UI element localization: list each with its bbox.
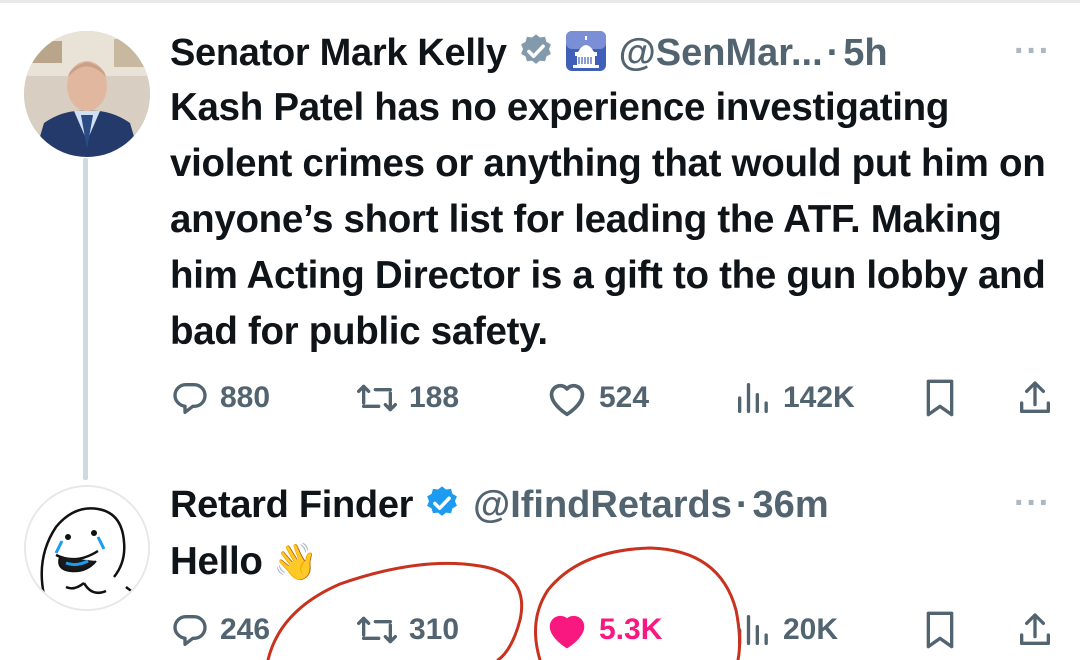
retweet-button[interactable]: 310 <box>355 605 459 655</box>
more-options-button[interactable]: ··· <box>1014 32 1051 71</box>
top-divider <box>0 0 1080 3</box>
views-count: 20K <box>783 613 839 646</box>
waving-hand-emoji: 👋 <box>273 541 318 582</box>
tweet-actions: 246 310 5.3K 20K <box>170 605 1060 655</box>
more-options-button[interactable]: ··· <box>1014 484 1051 523</box>
avatar[interactable] <box>24 31 150 157</box>
display-name[interactable]: Senator Mark Kelly <box>170 32 507 75</box>
retweet-count: 310 <box>409 613 460 646</box>
avatar[interactable] <box>24 485 150 611</box>
share-button[interactable] <box>1015 605 1055 655</box>
separator-dot: · <box>826 31 840 74</box>
retweet-icon <box>355 378 399 418</box>
reply-button[interactable]: 880 <box>170 373 270 423</box>
capitol-icon <box>565 30 607 77</box>
avatar-photo <box>24 31 150 157</box>
reply-button[interactable]: 246 <box>170 605 270 655</box>
retweet-icon <box>355 610 399 650</box>
views-button[interactable]: 20K <box>733 605 838 655</box>
like-button[interactable]: 524 <box>545 373 649 423</box>
share-button[interactable] <box>1015 373 1055 423</box>
user-handle[interactable]: @IfindRetards <box>473 484 732 527</box>
bookmark-icon <box>922 610 958 650</box>
thread-connector-line <box>83 158 88 480</box>
share-icon <box>1015 378 1055 418</box>
like-count: 524 <box>599 381 650 414</box>
tweet-text: Kash Patel has no experience investigati… <box>170 86 1046 353</box>
tweet-text-content: Hello <box>170 540 263 583</box>
tweet-actions: 880 188 524 142K <box>170 373 1060 423</box>
like-icon <box>545 610 589 650</box>
avatar-cartoon <box>26 487 148 609</box>
like-button[interactable]: 5.3K <box>545 605 662 655</box>
share-icon <box>1015 610 1055 650</box>
verified-badge-icon <box>423 484 461 527</box>
views-count: 142K <box>783 381 855 414</box>
reply-count: 246 <box>220 613 271 646</box>
tweet-header: Senator Mark Kelly @SenMar... · 5h <box>170 28 888 78</box>
bookmark-button[interactable] <box>922 605 958 655</box>
like-icon <box>545 378 589 418</box>
views-icon <box>733 610 773 650</box>
bookmark-icon <box>922 378 958 418</box>
tweet-header: Retard Finder @IfindRetards · 36m <box>170 480 829 530</box>
timestamp[interactable]: 36m <box>753 484 829 527</box>
separator-dot: · <box>735 483 749 526</box>
user-handle[interactable]: @SenMar... <box>619 32 823 75</box>
views-icon <box>733 378 773 418</box>
reply-icon <box>170 610 210 650</box>
reply-icon <box>170 378 210 418</box>
retweet-count: 188 <box>409 381 460 414</box>
views-button[interactable]: 142K <box>733 373 855 423</box>
verified-badge-icon <box>517 32 555 75</box>
reply-count: 880 <box>220 381 271 414</box>
retweet-button[interactable]: 188 <box>355 373 459 423</box>
timestamp[interactable]: 5h <box>843 32 887 75</box>
tweet-text: Hello 👋 <box>170 534 1070 590</box>
like-count: 5.3K <box>599 613 663 646</box>
display-name[interactable]: Retard Finder <box>170 484 413 527</box>
bookmark-button[interactable] <box>922 373 958 423</box>
